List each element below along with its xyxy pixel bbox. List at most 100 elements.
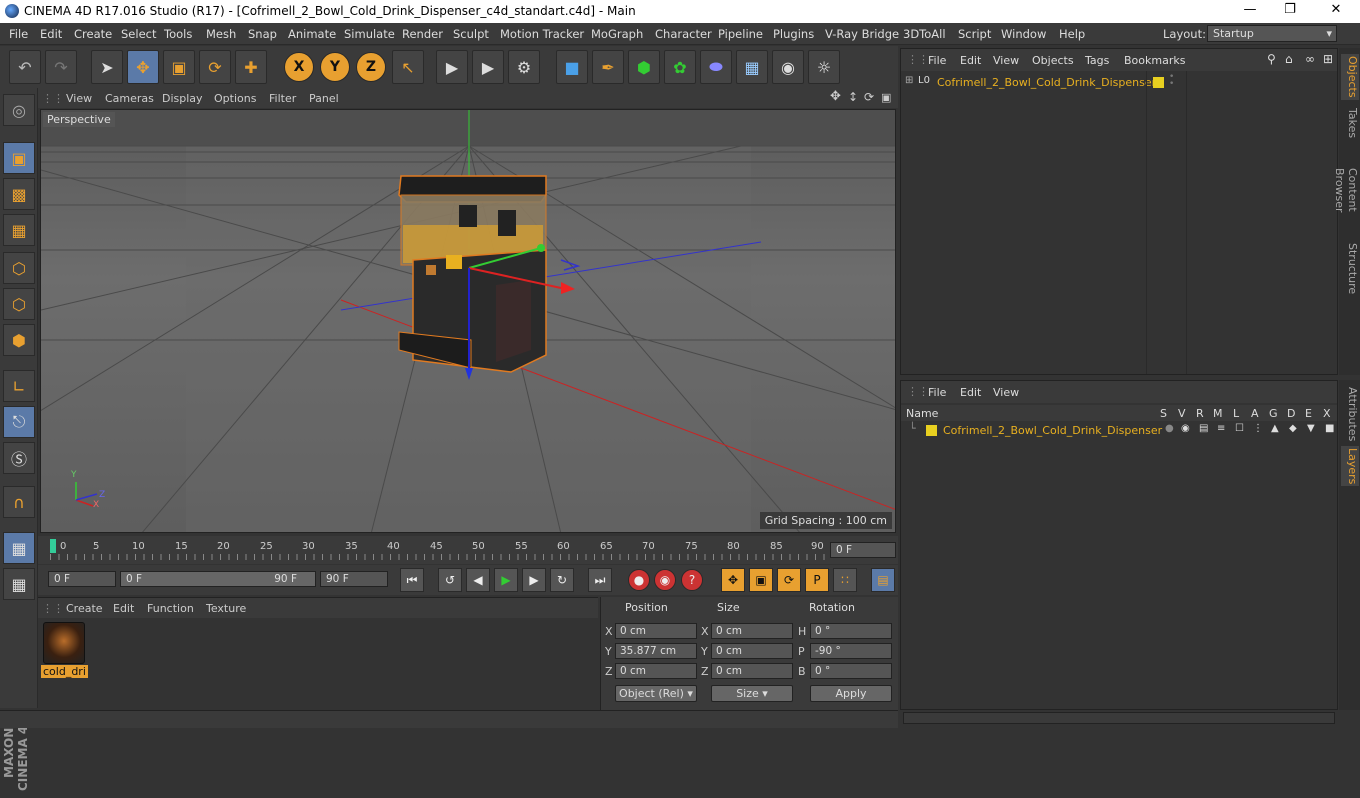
material-menu-create[interactable]: Create: [66, 602, 103, 615]
coordinate-system-button[interactable]: ↖: [392, 50, 424, 84]
layer-menu-view[interactable]: View: [993, 386, 1019, 399]
rotation-b-field[interactable]: 0 °: [810, 663, 892, 679]
size-mode-select[interactable]: Size ▾: [711, 685, 793, 702]
object-menu-view[interactable]: View: [993, 54, 1019, 67]
lock-workplane-button[interactable]: ▦: [3, 532, 35, 564]
object-menu-tags[interactable]: Tags: [1085, 54, 1109, 67]
coordinate-mode-select[interactable]: Object (Rel) ▾: [615, 685, 697, 702]
layer-horizontal-scrollbar[interactable]: [903, 712, 1335, 724]
menu-vray-bridge[interactable]: V-Ray Bridge: [825, 27, 899, 41]
key-pla-button[interactable]: ∷: [833, 568, 857, 592]
layer-row[interactable]: └ Cofrimell_2_Bowl_Cold_Drink_Dispenser …: [901, 422, 1337, 440]
playhead-marker[interactable]: [50, 539, 56, 553]
recent-tool-button[interactable]: ✚: [235, 50, 267, 84]
menu-file[interactable]: File: [9, 27, 28, 41]
menu-snap[interactable]: Snap: [248, 27, 277, 41]
viewport-menu-view[interactable]: View: [66, 92, 92, 105]
record-button[interactable]: ●: [628, 569, 650, 591]
menu-select[interactable]: Select: [121, 27, 156, 41]
tweak-mode-button[interactable]: ⎋: [3, 406, 35, 438]
size-y-field[interactable]: 0 cm: [711, 643, 793, 659]
rotation-p-field[interactable]: -90 °: [810, 643, 892, 659]
menu-plugins[interactable]: Plugins: [773, 27, 814, 41]
menu-render[interactable]: Render: [402, 27, 443, 41]
expand-icon[interactable]: ⊞: [905, 75, 913, 86]
col-view[interactable]: V: [1178, 407, 1186, 420]
render-settings-button[interactable]: ⚙: [508, 50, 540, 84]
rotation-h-field[interactable]: 0 °: [810, 623, 892, 639]
size-z-field[interactable]: 0 cm: [711, 663, 793, 679]
material-menu-texture[interactable]: Texture: [206, 602, 246, 615]
key-rotation-button[interactable]: ⟳: [777, 568, 801, 592]
generator-icon[interactable]: ▲: [1271, 423, 1279, 434]
link-icon[interactable]: ∞: [1305, 52, 1315, 66]
render-picture-viewer-button[interactable]: ▶: [472, 50, 504, 84]
menu-3dtoall[interactable]: 3DToAll: [903, 27, 946, 41]
col-locked[interactable]: L: [1233, 407, 1239, 420]
live-selection-button[interactable]: ➤: [91, 50, 123, 84]
menu-script[interactable]: Script: [958, 27, 991, 41]
position-z-field[interactable]: 0 cm: [615, 663, 697, 679]
viewport-menu-cameras[interactable]: Cameras: [105, 92, 154, 105]
manager-icon[interactable]: ≡: [1217, 423, 1225, 434]
object-menu-file[interactable]: File: [928, 54, 946, 67]
light-button[interactable]: ☼: [808, 50, 840, 84]
frame-range-slider[interactable]: 0 F 90 F: [120, 571, 316, 587]
3d-viewport[interactable]: Y X Z Perspective Grid Spacing : 100 cm: [40, 109, 896, 533]
object-row[interactable]: ⊞ L0 Cofrimell_2_Bowl_Cold_Drink_Dispens…: [901, 73, 1337, 92]
y-axis-lock-button[interactable]: Y: [320, 52, 350, 82]
xref-icon[interactable]: ■: [1325, 423, 1334, 434]
menu-mesh[interactable]: Mesh: [206, 27, 236, 41]
menu-motion-tracker[interactable]: Motion Tracker: [500, 27, 584, 41]
next-frame-button[interactable]: ▶: [522, 568, 546, 592]
viewport-menu-options[interactable]: Options: [214, 92, 256, 105]
play-button[interactable]: ▶: [494, 568, 518, 592]
z-axis-lock-button[interactable]: Z: [356, 52, 386, 82]
layer-color-swatch[interactable]: [1153, 77, 1164, 88]
subdivision-button[interactable]: ⬢: [628, 50, 660, 84]
menu-pipeline[interactable]: Pipeline: [718, 27, 763, 41]
material-name[interactable]: cold_dri: [41, 665, 88, 678]
viewport-menu-panel[interactable]: Panel: [309, 92, 339, 105]
object-menu-objects[interactable]: Objects: [1032, 54, 1074, 67]
workplane-mode-button[interactable]: ▦: [3, 214, 35, 246]
autokey-button[interactable]: ◉: [654, 569, 676, 591]
size-x-field[interactable]: 0 cm: [711, 623, 793, 639]
edges-mode-button[interactable]: ⬡: [3, 288, 35, 320]
menu-window[interactable]: Window: [1001, 27, 1046, 41]
col-deformers[interactable]: D: [1287, 407, 1295, 420]
tab-content-browser[interactable]: Content Browser: [1333, 146, 1359, 234]
visibility-dots-icon[interactable]: • •: [1169, 73, 1174, 89]
menu-simulate[interactable]: Simulate: [344, 27, 395, 41]
object-menu-edit[interactable]: Edit: [960, 54, 981, 67]
menu-edit[interactable]: Edit: [40, 27, 62, 41]
col-name[interactable]: Name: [906, 407, 938, 420]
minimize-button[interactable]: —: [1240, 2, 1260, 20]
viewport-zoom-icon[interactable]: ↕: [848, 90, 858, 104]
pen-tool-button[interactable]: ✒: [592, 50, 624, 84]
new-window-icon[interactable]: ⊞: [1323, 52, 1333, 66]
previous-frame-button[interactable]: ◀: [466, 568, 490, 592]
key-position-button[interactable]: ✥: [721, 568, 745, 592]
col-solo[interactable]: S: [1160, 407, 1167, 420]
material-menu-edit[interactable]: Edit: [113, 602, 134, 615]
tab-takes[interactable]: Takes: [1341, 104, 1359, 142]
eye-icon[interactable]: ◉: [1181, 423, 1190, 434]
timeline-window-button[interactable]: ▤: [871, 568, 895, 592]
timeline-ruler[interactable]: 0 5 10 15 20 25 30 35 40 45 50 55 60 65 …: [38, 536, 898, 564]
object-menu-bookmarks[interactable]: Bookmarks: [1124, 54, 1185, 67]
layer-menu-file[interactable]: File: [928, 386, 946, 399]
camera-button[interactable]: ◉: [772, 50, 804, 84]
col-xrefs[interactable]: X: [1323, 407, 1331, 420]
menu-character[interactable]: Character: [655, 27, 712, 41]
menu-mograph[interactable]: MoGraph: [591, 27, 643, 41]
add-cube-button[interactable]: ■: [556, 50, 588, 84]
close-button[interactable]: ✕: [1326, 2, 1346, 20]
object-name[interactable]: Cofrimell_2_Bowl_Cold_Drink_Dispenser: [937, 76, 1156, 89]
animation-icon[interactable]: ⋮: [1253, 423, 1263, 434]
previous-key-button[interactable]: ↺: [438, 568, 462, 592]
key-scale-button[interactable]: ▣: [749, 568, 773, 592]
col-animation[interactable]: A: [1251, 407, 1259, 420]
position-x-field[interactable]: 0 cm: [615, 623, 697, 639]
go-to-end-button[interactable]: ⏭: [588, 568, 612, 592]
